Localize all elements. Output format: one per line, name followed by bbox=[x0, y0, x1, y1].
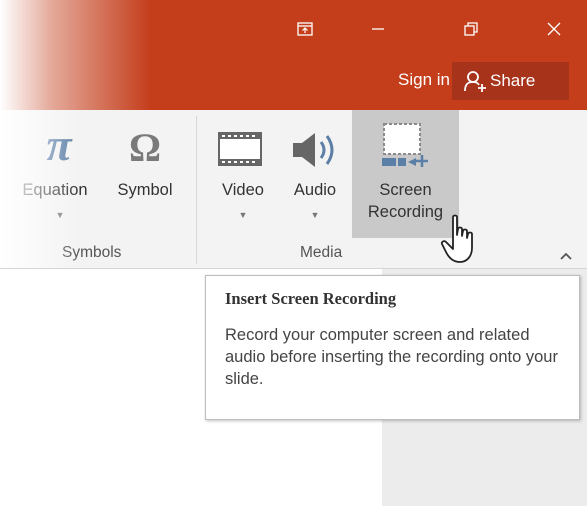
equation-label: Equation bbox=[22, 181, 88, 199]
chevron-up-icon bbox=[560, 252, 572, 260]
tooltip-body: Record your computer screen and related … bbox=[225, 326, 558, 388]
ribbon: π Equation ▼ Ω Symbol Symbols Video ▼ Au… bbox=[0, 110, 587, 269]
close-button[interactable] bbox=[534, 14, 574, 44]
symbols-group-label: Symbols bbox=[62, 244, 122, 261]
video-label: Video bbox=[222, 181, 264, 199]
audio-button[interactable]: Audio ▼ bbox=[283, 110, 347, 238]
film-icon bbox=[218, 132, 262, 166]
symbol-button[interactable]: Ω Symbol bbox=[105, 110, 185, 238]
share-button[interactable]: Share bbox=[452, 62, 569, 100]
chevron-down-icon: ▼ bbox=[238, 210, 248, 220]
audio-label: Audio bbox=[293, 181, 337, 199]
share-label: Share bbox=[490, 71, 536, 90]
minimize-button[interactable] bbox=[358, 14, 398, 44]
symbol-label: Symbol bbox=[117, 181, 173, 199]
svg-text:π: π bbox=[46, 126, 73, 168]
restore-button[interactable] bbox=[451, 14, 491, 44]
collapse-ribbon-button[interactable] bbox=[556, 246, 576, 266]
ribbon-display-options-icon bbox=[297, 22, 313, 36]
restore-icon bbox=[464, 22, 478, 36]
close-icon bbox=[547, 22, 561, 36]
share-person-icon bbox=[464, 71, 486, 92]
sign-in-link[interactable]: Sign in bbox=[398, 70, 450, 90]
video-button[interactable]: Video ▼ bbox=[208, 110, 278, 238]
chevron-down-icon: ▼ bbox=[55, 210, 65, 220]
ribbon-display-options-button[interactable] bbox=[285, 14, 325, 44]
media-group-label: Media bbox=[300, 244, 343, 261]
pi-icon: π bbox=[46, 126, 73, 168]
tooltip-title: Insert Screen Recording bbox=[225, 289, 397, 308]
chevron-down-icon: ▼ bbox=[310, 210, 320, 220]
minimize-icon bbox=[372, 28, 384, 30]
title-bar: Sign in Share bbox=[0, 0, 587, 110]
hand-pointer-icon bbox=[440, 214, 473, 263]
speaker-icon bbox=[293, 133, 334, 167]
screen-recording-tooltip: Insert Screen Recording Record your comp… bbox=[205, 275, 580, 420]
omega-icon: Ω bbox=[129, 126, 161, 170]
screen-recording-icon bbox=[382, 123, 428, 167]
title-bar-fade bbox=[0, 0, 150, 110]
screen-recording-label-line1: Screen bbox=[379, 181, 432, 199]
svg-text:Ω: Ω bbox=[129, 126, 161, 170]
equation-button[interactable]: π Equation ▼ bbox=[0, 110, 100, 238]
group-separator bbox=[196, 116, 197, 264]
